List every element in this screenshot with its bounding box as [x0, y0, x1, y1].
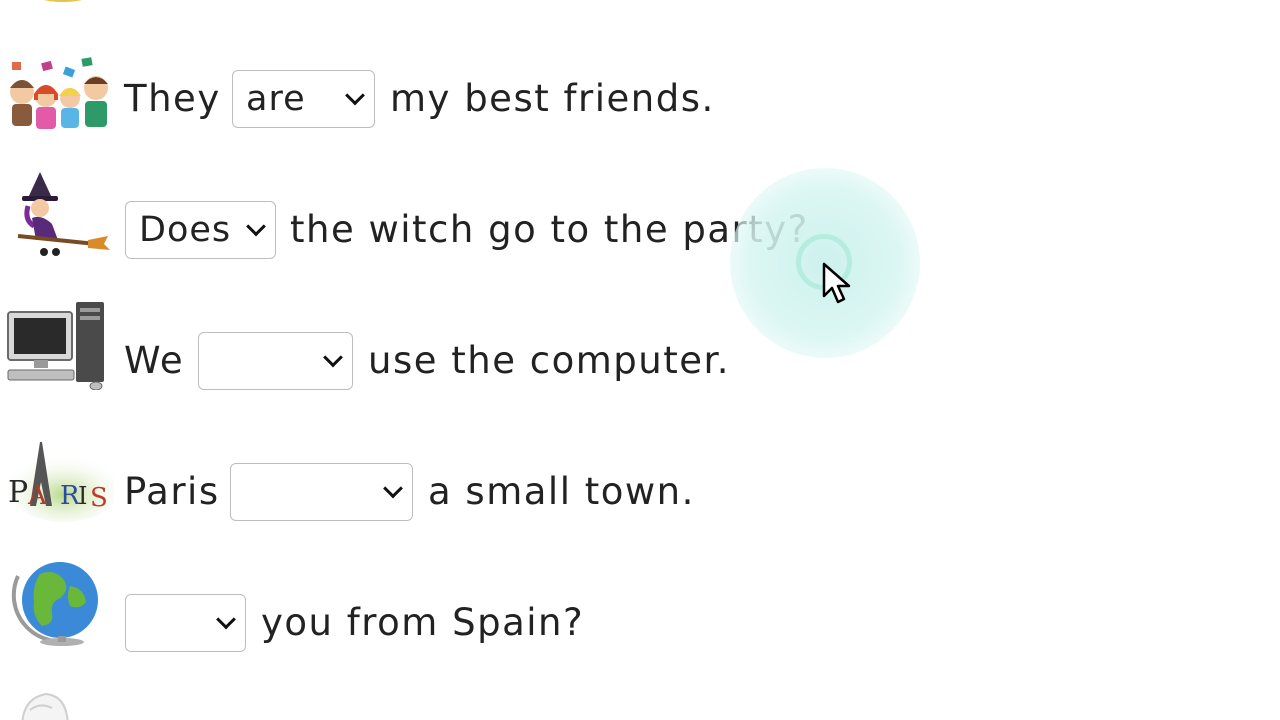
- cropped-image-top: [18, 0, 108, 8]
- sentence-text-before: They: [124, 77, 221, 120]
- answer-select-2[interactable]: Does: [125, 201, 276, 259]
- answer-select-3[interactable]: [198, 332, 353, 390]
- select-value: Does: [139, 210, 232, 250]
- answer-select-1[interactable]: are: [232, 70, 375, 128]
- globe-image: [4, 556, 114, 646]
- svg-text:A: A: [27, 481, 48, 511]
- desktop-computer-image: [4, 300, 114, 390]
- cropped-image-bottom: [16, 688, 76, 720]
- chevron-down-icon: [323, 347, 343, 368]
- sentence-text-after: you from Spain?: [261, 601, 585, 644]
- friends-group-image: [4, 54, 114, 144]
- svg-text:S: S: [90, 483, 108, 513]
- mouse-pointer-icon: [822, 262, 852, 306]
- sentence-text-before: Paris: [124, 470, 220, 513]
- witch-on-broom-image: [4, 170, 114, 260]
- chevron-down-icon: [345, 85, 365, 106]
- chevron-down-icon: [216, 609, 236, 630]
- sentence-text-after: my best friends.: [390, 77, 715, 120]
- svg-text:I: I: [78, 482, 87, 510]
- chevron-down-icon: [383, 478, 403, 499]
- sentence-text-after: a small town.: [428, 470, 695, 513]
- answer-select-5[interactable]: [125, 594, 246, 652]
- answer-select-4[interactable]: [230, 463, 413, 521]
- sentence-text-before: We: [124, 339, 185, 382]
- svg-text:P: P: [8, 475, 28, 510]
- chevron-down-icon: [246, 216, 266, 237]
- worksheet-page: They are my best friends. Does the witch…: [0, 0, 1280, 720]
- sentence-text-after: use the computer.: [368, 339, 731, 382]
- select-value: are: [246, 79, 306, 119]
- paris-eiffel-tower-image: P A R I S: [4, 438, 114, 528]
